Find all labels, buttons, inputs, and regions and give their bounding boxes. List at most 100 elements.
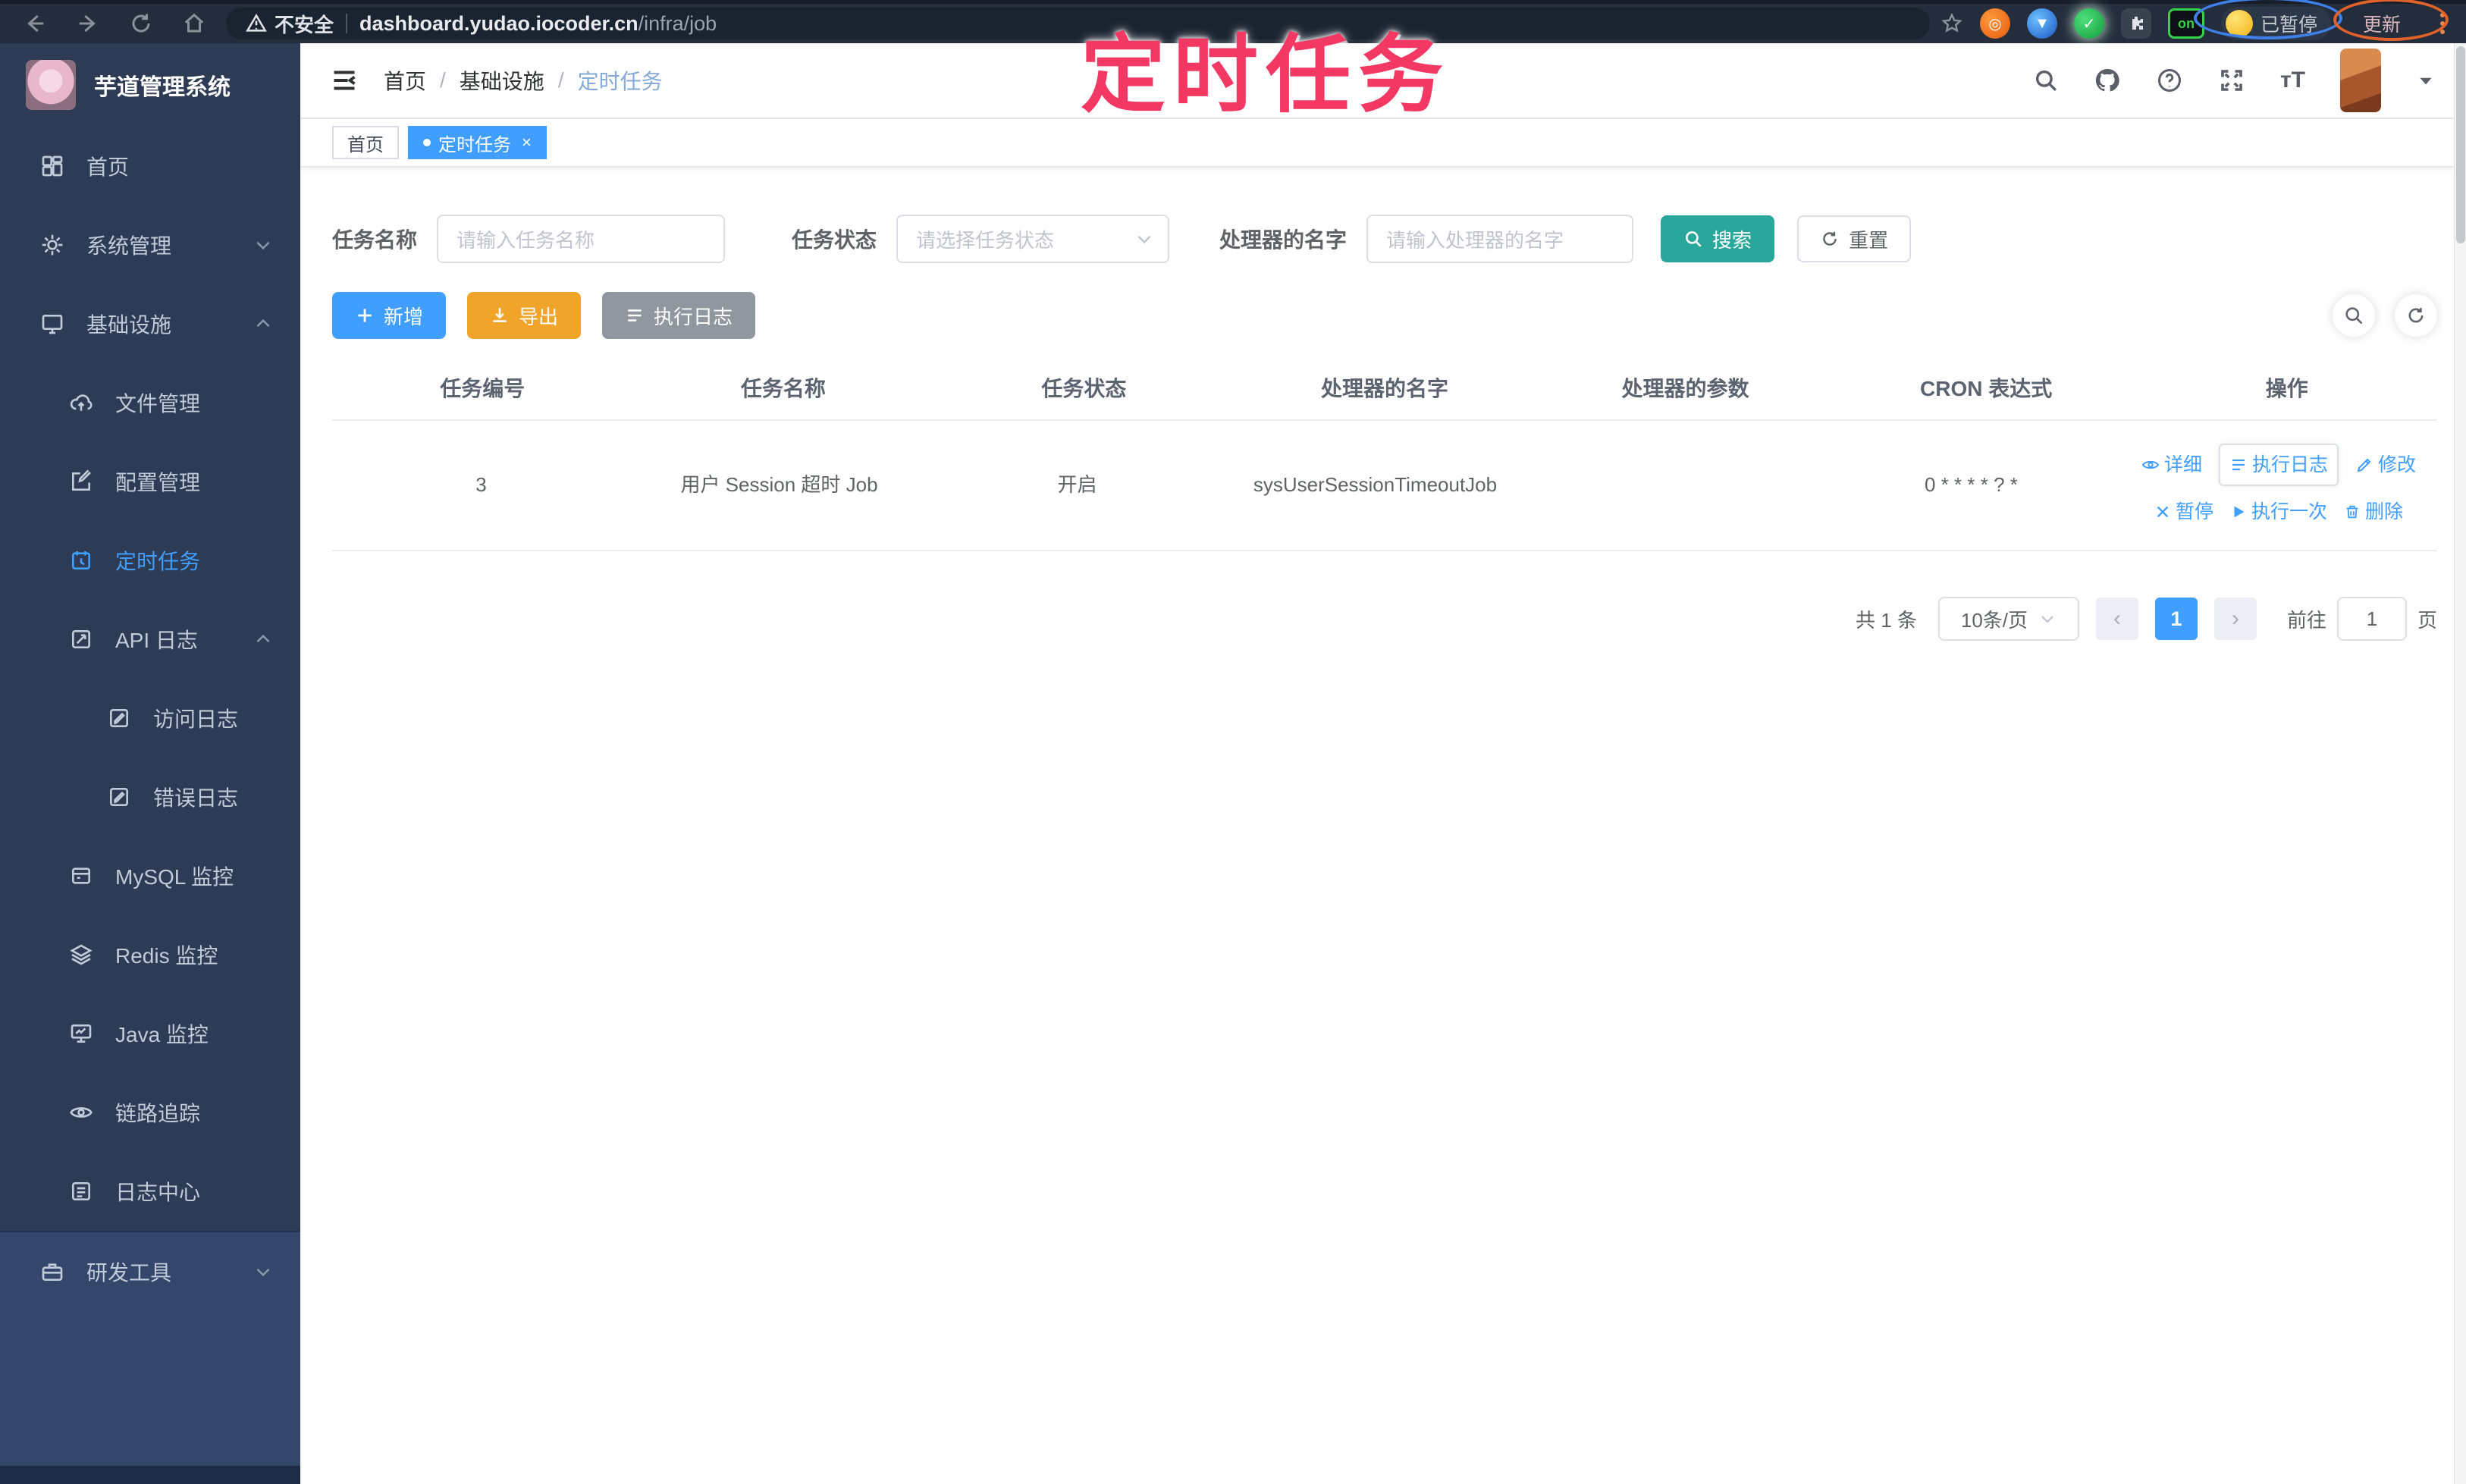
sidebar-item-dev-tools[interactable]: 研发工具 [0, 1232, 300, 1311]
goto-page-input[interactable] [2336, 597, 2407, 641]
reset-button[interactable]: 重置 [1797, 215, 1912, 262]
forward-icon[interactable] [67, 7, 109, 40]
pagination: 共 1 条 10条/页 ‹ 1 › 前往 页 [332, 597, 2437, 641]
refresh-icon [1823, 231, 1837, 246]
sidebar-item-label: API 日志 [115, 629, 198, 652]
chevron-down-icon [2041, 616, 2053, 623]
scrollbar-thumb[interactable] [2456, 46, 2465, 243]
monitor-icon [68, 1021, 94, 1046]
chevron-up-icon [253, 314, 273, 334]
page-size-select[interactable]: 10条/页 [1937, 597, 2079, 641]
job-status-select[interactable]: 请选择任务状态 [896, 215, 1170, 263]
exec-log-button[interactable]: 执行日志 [602, 292, 756, 339]
dashboard-icon [39, 153, 65, 179]
col-header-handler: 处理器的名字 [1320, 377, 1448, 400]
app-title: 芋道管理系统 [94, 75, 231, 100]
sidebar-item-log-center[interactable]: 日志中心 [0, 1152, 300, 1231]
sidebar-item-label: 研发工具 [86, 1261, 172, 1285]
security-chip[interactable]: 不安全 [246, 10, 334, 38]
annotation-title: 定时任务 [1081, 27, 1451, 122]
col-header-status: 任务状态 [1041, 377, 1127, 400]
home-browser-icon[interactable] [173, 7, 215, 40]
pause-link[interactable]: 暂停 [2154, 497, 2213, 527]
briefcase-icon [39, 1259, 65, 1285]
database-icon [68, 863, 94, 889]
sidebar-item-label: Redis 监控 [115, 944, 218, 968]
active-tag-dot [423, 139, 431, 146]
address-bar[interactable]: 不安全 dashboard.yudao.iocoder.cn/infra/job [226, 8, 1930, 39]
font-size-icon[interactable]: ᴛT [2280, 67, 2305, 93]
eye-icon [2141, 460, 2160, 469]
extensions-puzzle-icon[interactable] [2120, 8, 2151, 39]
header-actions: ᴛT [2033, 49, 2436, 112]
help-icon[interactable] [2156, 67, 2183, 94]
extension-green-icon[interactable]: ✓ [2073, 8, 2104, 39]
sidebar-item-mysql[interactable]: MySQL 监控 [0, 836, 300, 915]
search-icon[interactable] [2033, 67, 2059, 93]
sidebar-item-home[interactable]: 首页 [0, 127, 300, 206]
tag-job-active[interactable]: 定时任务 × [408, 126, 547, 159]
table-row: 3 用户 Session 超时 Job 开启 sysUserSessionTim… [332, 421, 2437, 551]
sidebar-item-access-log[interactable]: 访问日志 [0, 679, 300, 758]
job-name-input[interactable]: 请输入任务名称 [437, 215, 726, 263]
api-log-icon [68, 626, 94, 652]
refresh-table-button[interactable] [2395, 294, 2437, 337]
collapse-sidebar-icon[interactable] [331, 67, 358, 94]
url-path: /infra/job [638, 11, 717, 35]
chevron-down-icon [1134, 229, 1154, 249]
user-menu-caret-icon[interactable] [2416, 71, 2436, 90]
detail-link[interactable]: 详细 [2141, 450, 2202, 480]
delete-link[interactable]: 删除 [2344, 497, 2403, 527]
main-area: 首页 / 基础设施 / 定时任务 ᴛT 首页 定时任务 × 任务名称 请输入任务… [300, 43, 2466, 1484]
sidebar-item-config[interactable]: 配置管理 [0, 442, 300, 521]
close-icon [2157, 506, 2169, 518]
add-button[interactable]: 新增 [332, 292, 447, 339]
extension-orange-icon[interactable]: ◎ [1979, 8, 2010, 39]
sidebar-item-api-log[interactable]: API 日志 [0, 600, 300, 679]
app-frame: 芋道管理系统 首页 系统管理 基础设施 文件管理 配置管理 定时任务 API 日… [0, 43, 2466, 1484]
plus-icon [358, 309, 372, 322]
github-icon[interactable] [2094, 67, 2121, 94]
page-1-button[interactable]: 1 [2154, 598, 2198, 640]
user-avatar[interactable] [2340, 49, 2381, 112]
sidebar-logo-row[interactable]: 芋道管理系统 [0, 43, 300, 127]
col-header-cron: CRON 表达式 [1920, 377, 2053, 400]
bookmark-star-icon[interactable] [1940, 7, 1963, 40]
row-exec-log-link[interactable]: 执行日志 [2218, 444, 2339, 486]
export-button[interactable]: 导出 [467, 292, 582, 339]
sidebar-menu: 首页 系统管理 基础设施 文件管理 配置管理 定时任务 API 日志 访问日志 … [0, 127, 300, 1231]
reload-icon[interactable] [120, 7, 162, 40]
sidebar-item-error-log[interactable]: 错误日志 [0, 758, 300, 836]
sidebar-item-label: 配置管理 [115, 471, 201, 494]
url-text[interactable]: dashboard.yudao.iocoder.cn/infra/job [359, 12, 717, 36]
show-search-toggle-button[interactable] [2333, 294, 2375, 337]
sidebar-footer-strip [0, 1466, 300, 1484]
breadcrumb-home[interactable]: 首页 [384, 65, 426, 96]
sidebar-item-infra[interactable]: 基础设施 [0, 284, 300, 363]
sidebar-item-system[interactable]: 系统管理 [0, 206, 300, 284]
back-icon[interactable] [14, 7, 56, 40]
chevron-down-icon [253, 235, 273, 255]
sidebar-item-java[interactable]: Java 监控 [0, 994, 300, 1073]
sidebar-item-redis[interactable]: Redis 监控 [0, 915, 300, 994]
layers-icon [68, 942, 94, 968]
sidebar-item-file[interactable]: 文件管理 [0, 363, 300, 442]
chevron-up-icon [253, 629, 273, 649]
next-page-button[interactable]: › [2213, 598, 2257, 640]
sidebar-item-job[interactable]: 定时任务 [0, 521, 300, 600]
tag-home[interactable]: 首页 [332, 126, 399, 159]
run-once-link[interactable]: 执行一次 [2230, 497, 2327, 527]
fullscreen-icon[interactable] [2218, 67, 2245, 94]
prev-page-button[interactable]: ‹ [2095, 598, 2138, 640]
extension-blue-icon[interactable]: ▼ [2026, 8, 2057, 39]
sidebar-item-label: 系统管理 [86, 234, 172, 258]
edit-link[interactable]: 修改 [2355, 450, 2416, 480]
close-tag-icon[interactable]: × [522, 133, 532, 152]
sidebar-item-trace[interactable]: 链路追踪 [0, 1073, 300, 1152]
page-scrollbar[interactable] [2454, 43, 2466, 1484]
field-label-job-status: 任务状态 [792, 228, 877, 252]
handler-name-input[interactable]: 请输入处理器的名字 [1366, 215, 1634, 263]
search-button[interactable]: 搜索 [1661, 215, 1775, 262]
screen: 不安全 dashboard.yudao.iocoder.cn/infra/job… [0, 0, 2466, 1484]
breadcrumb-section[interactable]: 基础设施 [460, 65, 544, 96]
